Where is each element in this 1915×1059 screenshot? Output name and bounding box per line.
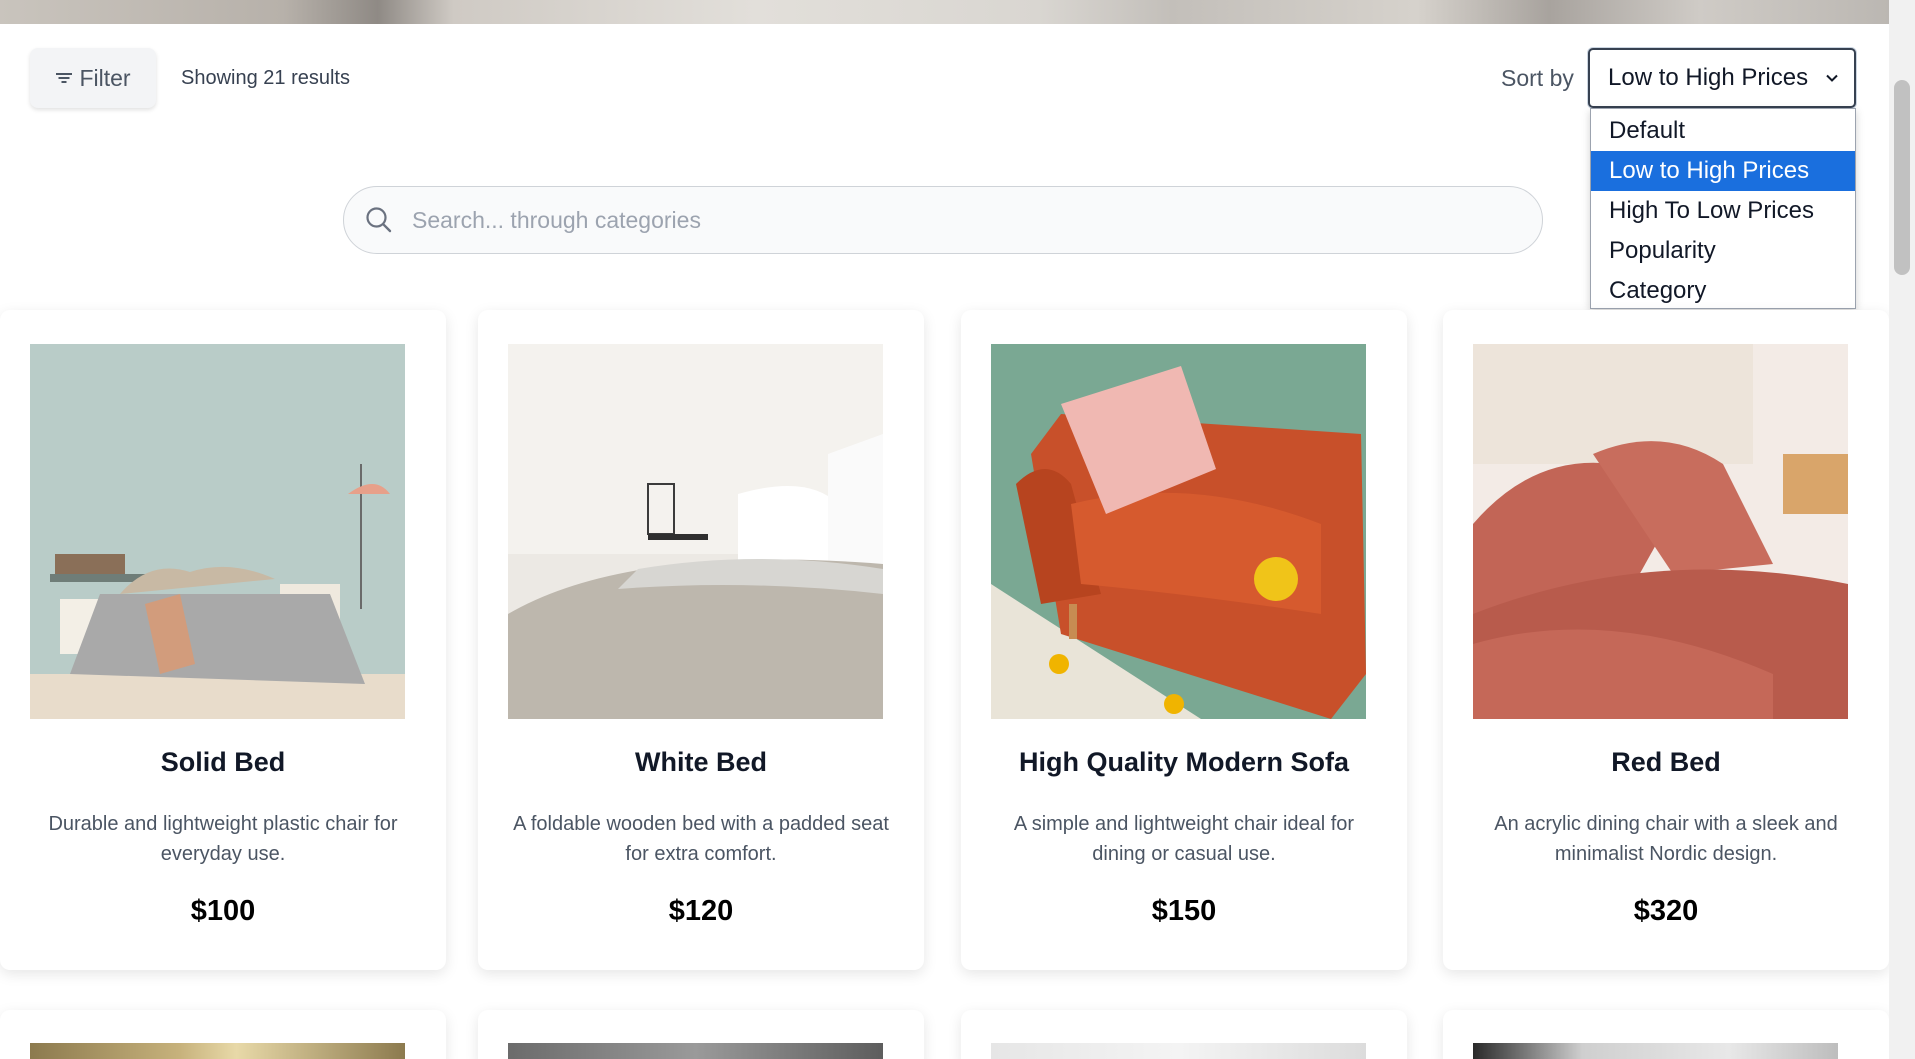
product-description: A foldable wooden bed with a padded seat…	[513, 813, 889, 865]
search-icon	[366, 207, 392, 233]
sort-option-popularity[interactable]: Popularity	[1591, 231, 1855, 271]
chevron-down-icon	[1826, 74, 1838, 82]
hero-banner-image	[0, 0, 1889, 24]
sort-dropdown-menu: Default Low to High Prices High To Low P…	[1590, 108, 1856, 309]
search-bar	[343, 186, 1543, 254]
sort-select[interactable]: Low to High Prices	[1588, 48, 1856, 108]
product-price: $320	[1633, 895, 1699, 927]
sort-selected-value: Low to High Prices	[1608, 64, 1809, 91]
product-price: $120	[668, 895, 734, 927]
product-card[interactable]	[478, 1010, 924, 1059]
product-image[interactable]	[1473, 1043, 1838, 1059]
product-image[interactable]	[1473, 344, 1848, 719]
filter-button[interactable]: Filter	[30, 48, 156, 108]
sort-option-low-to-high[interactable]: Low to High Prices	[1591, 151, 1855, 191]
product-image[interactable]	[508, 344, 883, 719]
sort-option-default[interactable]: Default	[1591, 111, 1855, 151]
product-image[interactable]	[30, 1043, 405, 1059]
filter-label: Filter	[79, 64, 131, 91]
search-input[interactable]	[412, 206, 1542, 234]
product-image[interactable]	[991, 344, 1366, 719]
product-price: $150	[1151, 895, 1217, 927]
page-scrollbar[interactable]	[1889, 0, 1915, 1059]
sort-label: Sort by	[1501, 65, 1574, 91]
scrollbar-thumb[interactable]	[1894, 80, 1910, 275]
product-card[interactable]: High Quality Modern Sofa A simple and li…	[961, 310, 1407, 970]
product-image[interactable]	[991, 1043, 1366, 1059]
product-card[interactable]	[961, 1010, 1407, 1059]
product-card[interactable]: Solid Bed Durable and lightweight plasti…	[0, 310, 446, 970]
product-description: A simple and lightweight chair ideal for…	[1013, 813, 1355, 865]
product-title[interactable]: White Bed	[478, 747, 924, 778]
product-title[interactable]: Red Bed	[1443, 747, 1889, 778]
product-card[interactable]: White Bed A foldable wooden bed with a p…	[478, 310, 924, 970]
product-description: Durable and lightweight plastic chair fo…	[48, 813, 398, 865]
product-title[interactable]: High Quality Modern Sofa	[961, 747, 1407, 778]
product-image[interactable]	[508, 1043, 883, 1059]
product-image[interactable]	[30, 344, 405, 719]
product-price: $100	[190, 895, 256, 927]
product-card[interactable]: Red Bed An acrylic dining chair with a s…	[1443, 310, 1889, 970]
product-card[interactable]	[1443, 1010, 1889, 1059]
filter-icon	[55, 71, 73, 85]
sort-option-high-to-low[interactable]: High To Low Prices	[1591, 191, 1855, 231]
results-count: Showing 21 results	[181, 67, 350, 89]
sort-option-category[interactable]: Category	[1591, 271, 1855, 311]
product-description: An acrylic dining chair with a sleek and…	[1494, 813, 1838, 865]
product-title[interactable]: Solid Bed	[0, 747, 446, 778]
product-card[interactable]	[0, 1010, 446, 1059]
